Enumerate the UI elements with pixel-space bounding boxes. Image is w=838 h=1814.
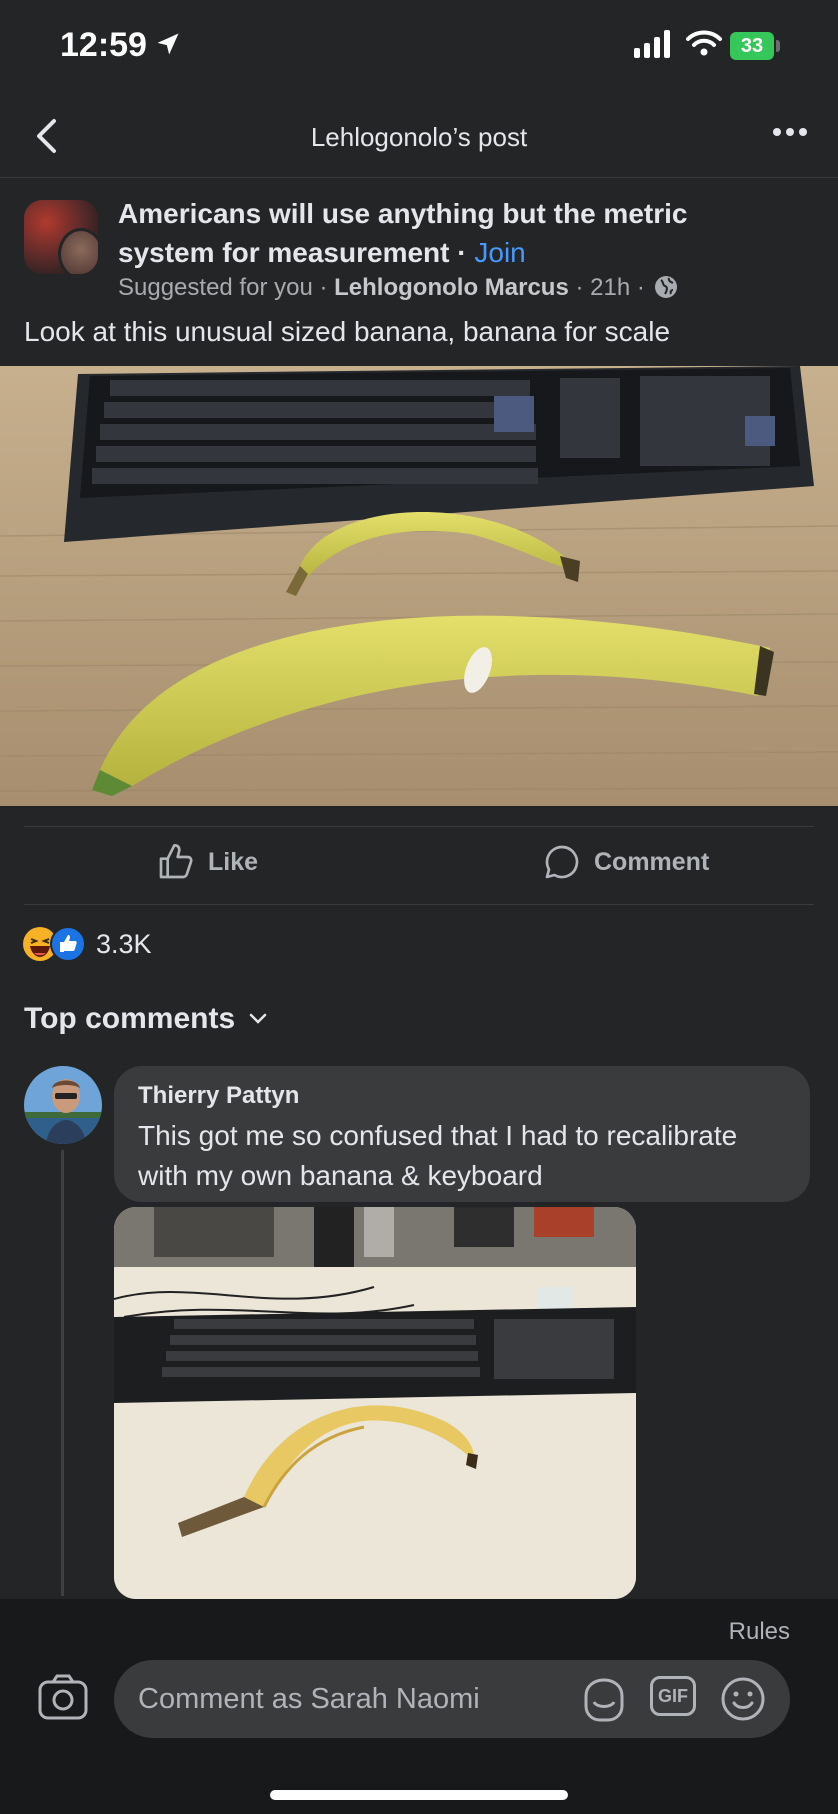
globe-icon xyxy=(654,276,677,298)
header-divider xyxy=(0,177,838,178)
comment-bubble[interactable]: Thierry Pattyn This got me so confused t… xyxy=(114,1066,810,1202)
cellular-signal-icon xyxy=(634,30,670,58)
group-name[interactable]: Americans will use anything but the metr… xyxy=(118,194,758,272)
reactions-summary[interactable]: 3.3K xyxy=(22,926,152,962)
actions-divider-top xyxy=(24,826,814,827)
like-reaction-icon xyxy=(50,926,86,962)
battery-level: 33 xyxy=(740,35,764,57)
home-indicator xyxy=(270,1790,568,1800)
join-separator: · xyxy=(449,237,475,268)
top-comments-label: Top comments xyxy=(24,1002,236,1035)
comment-button[interactable]: Comment xyxy=(542,842,709,882)
join-button[interactable]: Join xyxy=(474,237,525,268)
actions-divider-bottom xyxy=(24,904,814,905)
top-comments-filter[interactable]: Top comments xyxy=(24,1002,267,1036)
gif-button[interactable]: GIF xyxy=(650,1676,696,1716)
emoji-icon[interactable] xyxy=(720,1676,766,1722)
suggested-label: Suggested for you · xyxy=(118,274,335,301)
reaction-count: 3.3K xyxy=(96,928,152,959)
gif-label: GIF xyxy=(658,1686,688,1706)
commenter-name[interactable]: Thierry Pattyn xyxy=(138,1082,786,1110)
group-name-text[interactable]: Americans will use anything but the metr… xyxy=(118,198,687,268)
commenter-avatar[interactable] xyxy=(24,1066,102,1144)
comment-image[interactable] xyxy=(114,1207,636,1599)
post-text: Look at this unusual sized banana, banan… xyxy=(24,316,671,347)
comment-label: Comment xyxy=(594,847,710,876)
comment-thread-line xyxy=(61,1150,64,1596)
comment-bubble-icon xyxy=(545,845,579,879)
battery-indicator: 33 xyxy=(730,32,780,60)
like-button[interactable]: Like xyxy=(156,842,258,882)
chevron-down-icon xyxy=(249,1013,267,1024)
camera-icon[interactable] xyxy=(38,1674,88,1720)
page-title: Lehlogonolo’s post xyxy=(310,122,528,152)
post-meta: Suggested for you · Lehlogonolo Marcus ·… xyxy=(118,274,678,302)
author-name[interactable]: Lehlogonolo Marcus xyxy=(334,274,569,301)
wifi-icon xyxy=(686,30,722,56)
more-options-icon[interactable] xyxy=(772,126,808,138)
comment-input-placeholder: Comment as Sarah Naomi xyxy=(138,1683,480,1715)
sticker-icon[interactable] xyxy=(580,1676,628,1724)
post-timestamp: · 21h · xyxy=(568,274,652,301)
rules-link[interactable]: Rules xyxy=(729,1618,790,1646)
comment-text: This got me so confused that I had to re… xyxy=(138,1120,738,1191)
group-avatar[interactable] xyxy=(24,200,98,274)
post-image[interactable] xyxy=(0,366,838,806)
location-arrow-icon xyxy=(157,33,179,55)
status-time: 12:59 xyxy=(60,26,147,64)
like-thumb-icon xyxy=(159,844,193,879)
like-label: Like xyxy=(208,847,259,876)
